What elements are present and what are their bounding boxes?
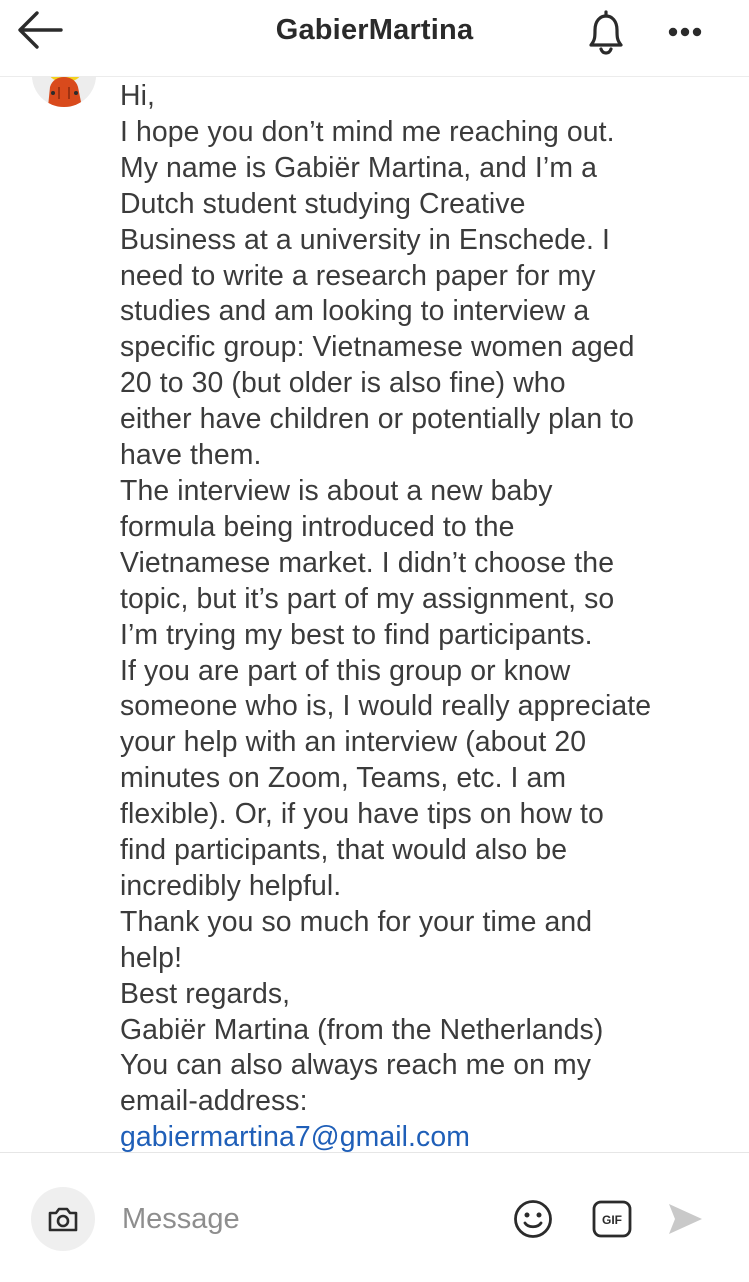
smiley-icon — [514, 1200, 552, 1238]
emoji-button[interactable] — [512, 1198, 554, 1240]
message-line: Gabiër Martina (from the Netherlands) — [120, 1013, 604, 1046]
message-line: either have children or potentially plan… — [120, 403, 635, 436]
message-line: Hi, — [120, 80, 155, 112]
sender-avatar[interactable] — [32, 77, 96, 107]
message-line: I hope you don’t mind me reaching out. — [120, 115, 615, 148]
message-line: Dutch student studying Creative — [120, 187, 526, 220]
message-line: Thank you so much for your time and — [120, 905, 593, 938]
message-line: You can also always reach me on my — [120, 1049, 592, 1082]
message-line: incredibly helpful. — [120, 869, 342, 902]
message-line: studies and am looking to interview a — [120, 295, 590, 328]
message-line: topic, but it’s part of my assignment, s… — [120, 582, 615, 615]
message-line: Vietnamese market. I didn’t choose the — [120, 546, 615, 579]
bell-icon — [589, 10, 623, 55]
message-line: 20 to 30 (but older is also fine) who — [120, 367, 566, 400]
message-line: need to write a research paper for my — [120, 259, 596, 292]
message-line: My name is Gabiër Martina, and I’m a — [120, 151, 597, 184]
camera-button[interactable] — [31, 1187, 95, 1251]
message-line: specific group: Vietnamese women aged — [120, 331, 635, 364]
message-line: Best regards, — [120, 977, 291, 1010]
more-options-button[interactable] — [660, 12, 712, 52]
message-line: If you are part of this group or know — [120, 654, 571, 687]
gif-label: GIF — [602, 1213, 622, 1227]
gif-button[interactable]: GIF — [592, 1200, 632, 1238]
message-line: flexible). Or, if you have tips on how t… — [120, 798, 604, 831]
message-line: your help with an interview (about 20 — [120, 726, 587, 759]
message-composer: GIF — [0, 1152, 749, 1282]
message-line: someone who is, I would really appreciat… — [120, 690, 652, 723]
message-line: Business at a university in Enschede. I — [120, 223, 610, 256]
message-line: minutes on Zoom, Teams, etc. I am — [120, 762, 567, 795]
notifications-button[interactable] — [578, 8, 634, 58]
message-line: help! — [120, 941, 183, 974]
send-button[interactable] — [666, 1201, 704, 1237]
message-input[interactable] — [122, 1197, 482, 1241]
email-link[interactable]: gabiermartina7@gmail.com — [120, 1121, 470, 1152]
message-thread[interactable]: Hi, I hope you don’t mind me reaching ou… — [0, 77, 749, 1152]
message-line: find participants, that would also be — [120, 834, 568, 867]
send-arrow-icon — [669, 1204, 702, 1234]
message-line: email-address: — [120, 1085, 308, 1118]
camera-icon — [48, 1207, 78, 1232]
top-bar: GabierMartina — [0, 0, 749, 77]
message-line: formula being introduced to the — [120, 510, 515, 543]
more-horizontal-icon — [668, 27, 702, 37]
message-line: The interview is about a new baby — [120, 474, 553, 507]
conversation-title: GabierMartina — [275, 14, 474, 46]
avatar-cartoon-icon — [32, 77, 96, 107]
message-line: I’m trying my best to find participants. — [120, 618, 593, 651]
message-text: Hi, I hope you don’t mind me reaching ou… — [120, 79, 735, 1152]
message-line: have them. — [120, 439, 262, 472]
